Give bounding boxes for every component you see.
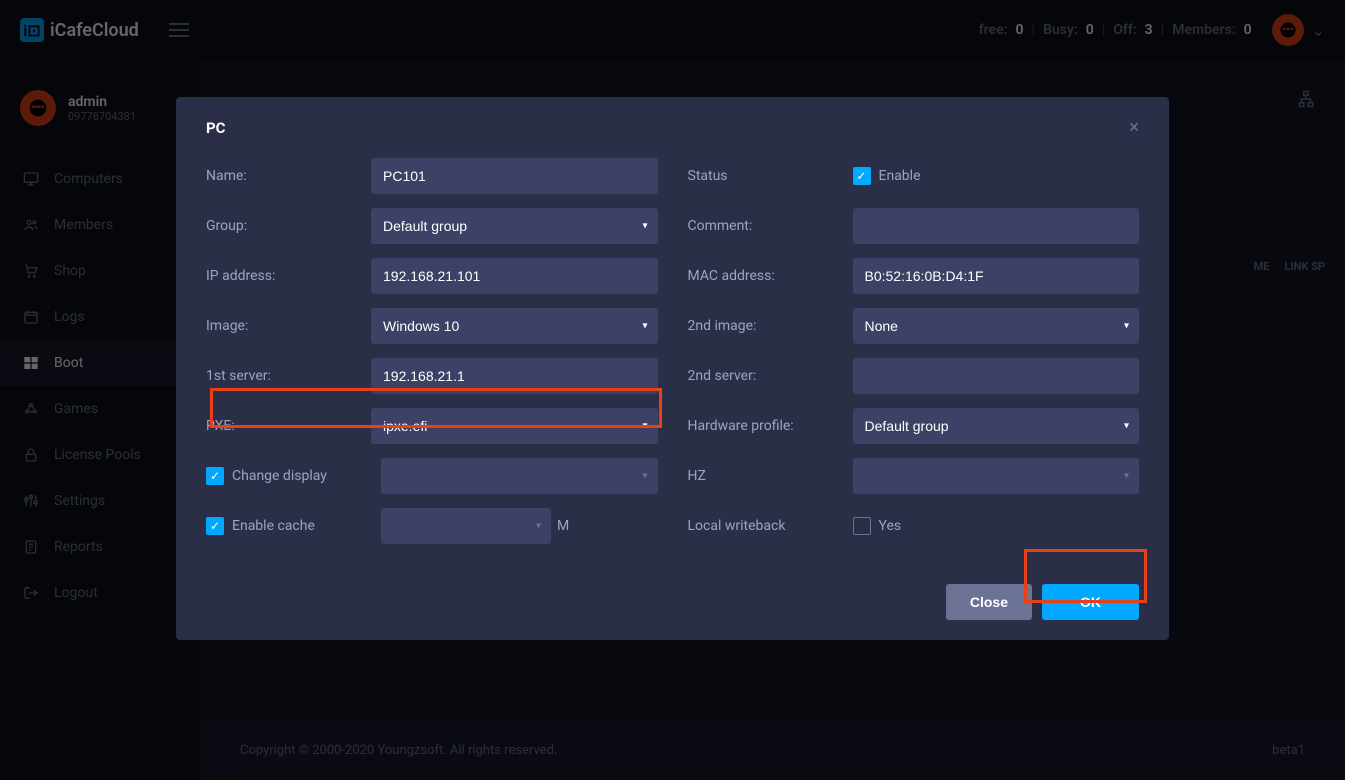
modal-title: PC bbox=[206, 119, 225, 137]
image-label: Image: bbox=[206, 318, 361, 334]
ok-button[interactable]: OK bbox=[1042, 584, 1139, 620]
pxe-label: PXE: bbox=[206, 418, 361, 434]
cache-unit: M bbox=[557, 518, 569, 534]
writeback-label: Local writeback bbox=[688, 518, 843, 534]
hw-select[interactable]: Default group bbox=[853, 408, 1140, 444]
status-label: Status bbox=[688, 168, 843, 184]
ip-label: IP address: bbox=[206, 268, 361, 284]
name-input[interactable] bbox=[371, 158, 658, 194]
mac-input[interactable] bbox=[853, 258, 1140, 294]
cache-input[interactable] bbox=[381, 508, 551, 544]
image2-label: 2nd image: bbox=[688, 318, 843, 334]
mac-label: MAC address: bbox=[688, 268, 843, 284]
cache-checkbox[interactable]: ✓ bbox=[206, 517, 224, 535]
display-checkbox[interactable]: ✓ bbox=[206, 467, 224, 485]
comment-label: Comment: bbox=[688, 218, 843, 234]
close-button[interactable]: Close bbox=[946, 584, 1032, 620]
cache-label: Enable cache bbox=[232, 518, 315, 534]
image-select[interactable]: Windows 10 bbox=[371, 308, 658, 344]
close-icon[interactable]: × bbox=[1129, 117, 1139, 138]
ip-input[interactable] bbox=[371, 258, 658, 294]
yes-checkbox[interactable] bbox=[853, 517, 871, 535]
display-select[interactable] bbox=[381, 458, 658, 494]
hz-select[interactable] bbox=[853, 458, 1140, 494]
yes-label: Yes bbox=[879, 518, 902, 534]
modal-body: Name: Status ✓ Enable Group: Default gro… bbox=[176, 158, 1169, 564]
group-select[interactable]: Default group bbox=[371, 208, 658, 244]
hw-label: Hardware profile: bbox=[688, 418, 843, 434]
comment-input[interactable] bbox=[853, 208, 1140, 244]
name-label: Name: bbox=[206, 168, 361, 184]
pc-modal: PC × Name: Status ✓ Enable Group: Defaul… bbox=[176, 97, 1169, 640]
display-label: Change display bbox=[232, 468, 327, 484]
image2-select[interactable]: None bbox=[853, 308, 1140, 344]
server2-label: 2nd server: bbox=[688, 368, 843, 384]
enable-checkbox[interactable]: ✓ bbox=[853, 167, 871, 185]
modal-footer: Close OK bbox=[176, 564, 1169, 640]
hz-label: HZ bbox=[688, 468, 843, 484]
pxe-select[interactable]: ipxe.efi bbox=[371, 408, 658, 444]
enable-label: Enable bbox=[879, 168, 921, 184]
group-label: Group: bbox=[206, 218, 361, 234]
server2-input[interactable] bbox=[853, 358, 1140, 394]
server1-input[interactable] bbox=[371, 358, 658, 394]
modal-header: PC × bbox=[176, 97, 1169, 158]
server1-label: 1st server: bbox=[206, 368, 361, 384]
